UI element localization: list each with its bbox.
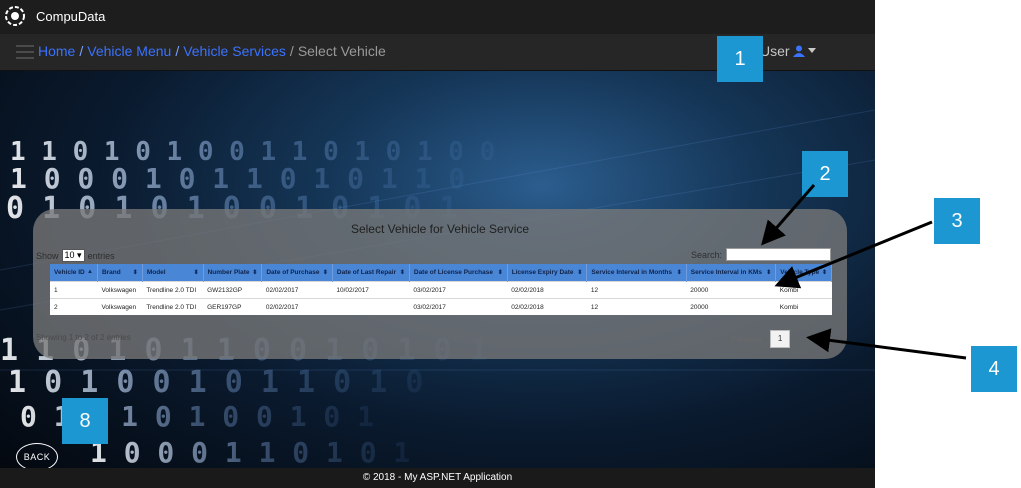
annotation-arrows xyxy=(761,184,967,360)
